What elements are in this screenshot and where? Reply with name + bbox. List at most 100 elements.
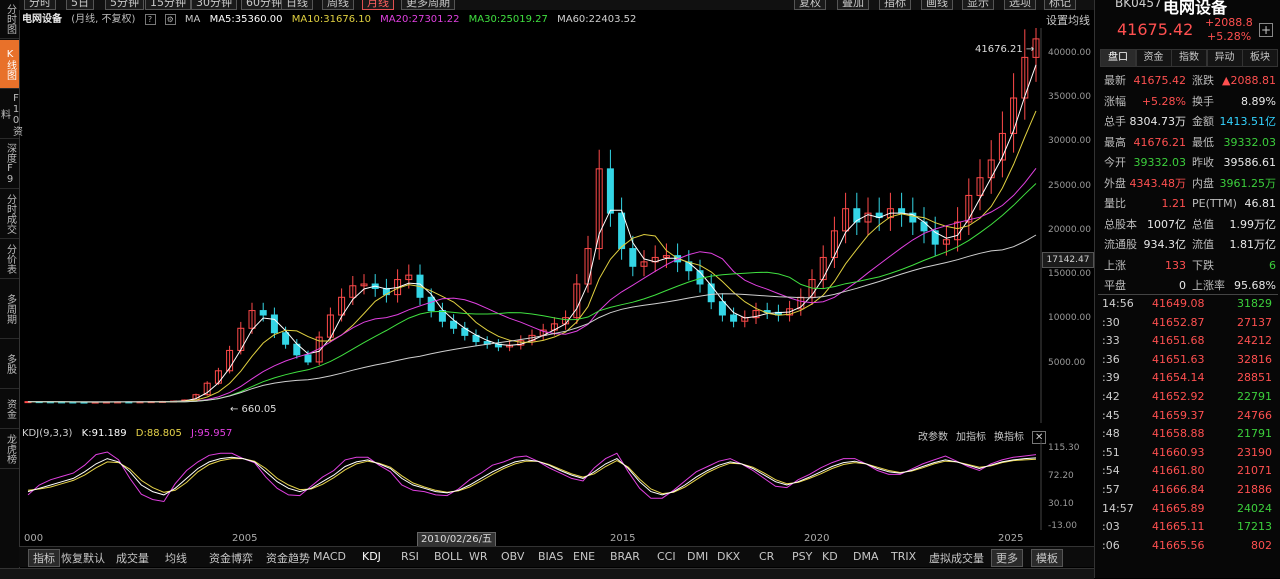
indicator-tab-23[interactable]: 虚拟成交量 (929, 550, 984, 566)
tick-row: :57 41666.84 21886 (1102, 481, 1274, 499)
period-button-6[interactable]: 日线 (281, 0, 313, 10)
tick-time: :36 (1102, 352, 1120, 366)
date-cursor-label: 2010/02/26/五 (417, 532, 497, 547)
quote-value: ▲2088.81 (1222, 74, 1276, 87)
quote-tab-1[interactable]: 资金 (1135, 49, 1172, 67)
left-tab-8[interactable]: 资金 (0, 390, 19, 429)
left-tab-9[interactable]: 龙虎榜 (0, 430, 19, 469)
tick-volume: 22791 (1237, 390, 1272, 403)
indicator-tab-20[interactable]: KD (822, 550, 838, 563)
indicator-tab-1[interactable]: 恢复默认 (61, 550, 105, 566)
tick-volume: 17213 (1237, 520, 1272, 534)
quote-value: 6 (1269, 258, 1276, 272)
left-tab-4[interactable]: 分时成交 (0, 190, 19, 239)
left-tab-6[interactable]: 多周期 (0, 280, 19, 339)
indicator-tab-22[interactable]: TRIX (891, 550, 916, 563)
left-tab-0[interactable]: 分时图 (0, 0, 19, 39)
tick-volume: 21886 (1237, 483, 1272, 496)
left-tab-5[interactable]: 分价表 (0, 240, 19, 279)
indicator-tab-16[interactable]: DMI (687, 550, 708, 563)
add-icon[interactable]: + (1259, 23, 1273, 37)
kdj-k: K:91.189 (81, 428, 127, 439)
period-button-7[interactable]: 周线 (322, 0, 354, 10)
indicator-tab-15[interactable]: CCI (657, 550, 676, 563)
set-ma-button[interactable]: 设置均线 (1046, 12, 1090, 28)
indicator-tab-4[interactable]: 资金博弈 (209, 550, 253, 566)
period-button-4[interactable]: 30分钟 (191, 0, 237, 10)
toolbar-button-5[interactable]: 选项 (1004, 0, 1036, 10)
indicator-tab-10[interactable]: WR (469, 550, 488, 563)
tick-volume: 27137 (1237, 315, 1272, 329)
left-tab-7[interactable]: 多股 (0, 340, 19, 389)
indicator-tab-6[interactable]: MACD (313, 550, 346, 563)
toolbar-button-2[interactable]: 指标 (879, 0, 911, 10)
indicator-tab-11[interactable]: OBV (501, 550, 524, 563)
quote-tab-3[interactable]: 异动 (1206, 49, 1243, 67)
kline-chart[interactable]: 41676.21 → ← 660.05 (20, 28, 1042, 423)
indicator-tab-17[interactable]: DKX (717, 550, 740, 563)
tick-time: :51 (1102, 445, 1120, 459)
quote-value: 1.81万亿 (1229, 238, 1277, 251)
indicator-tab-8[interactable]: RSI (401, 550, 419, 563)
left-tab-3[interactable]: 深度F9 (0, 140, 19, 189)
period-button-0[interactable]: 分时 (24, 0, 56, 10)
indicator-tab-18[interactable]: CR (759, 550, 774, 563)
quote-tab-0[interactable]: 盘口 (1100, 49, 1136, 67)
toolbar-button-3[interactable]: 画线 (921, 0, 953, 10)
indicator-tab-13[interactable]: ENE (573, 550, 595, 563)
ma5-value: MA5:35360.00 (209, 14, 283, 25)
tick-price: 41659.37 (1152, 408, 1205, 422)
toolbar-button-4[interactable]: 显示 (962, 0, 994, 10)
indicator-tab-12[interactable]: BIAS (538, 550, 563, 563)
indicator-tab-3[interactable]: 均线 (165, 550, 187, 566)
indicator-tab-7[interactable]: KDJ (362, 550, 381, 563)
quote-label: 金额 (1192, 115, 1214, 128)
quote-value: 1.21 (1161, 197, 1187, 210)
indicator-tab-14[interactable]: BRAR (610, 550, 640, 563)
period-button-8[interactable]: 月线 (362, 0, 394, 10)
period-button-3[interactable]: 15分钟 (145, 0, 191, 10)
quote-value: 1007亿 (1147, 217, 1186, 231)
period-button-9[interactable]: 更多周期 (401, 0, 455, 10)
left-tab-2[interactable]: F10资料 (0, 90, 22, 139)
tick-price: 41660.93 (1152, 445, 1205, 459)
tick-price: 41661.80 (1152, 464, 1205, 478)
kdj-chart[interactable] (20, 440, 1042, 530)
quote-tab-2[interactable]: 指数 (1171, 49, 1207, 67)
left-tab-bar: 分时图 K线图 F10资料 深度F9 分时成交 分价表 多周期 多股 资金 龙虎榜 (0, 0, 22, 578)
left-tab-1[interactable]: K线图 (0, 40, 19, 89)
high-annotation: 41676.21 → (975, 44, 1034, 55)
kdj-tick: 30.10 (1048, 499, 1074, 509)
line-ma10 (27, 110, 1037, 403)
indicator-tab-0[interactable]: 指标 (28, 549, 60, 567)
period-button-2[interactable]: 5分钟 (105, 0, 144, 10)
period-button-1[interactable]: 5日 (66, 0, 94, 10)
toolbar-button-0[interactable]: 复权 (794, 0, 826, 10)
indicator-tab-21[interactable]: DMA (853, 550, 879, 563)
quote-value: 3961.25万 (1219, 176, 1277, 190)
toolbar-button-6[interactable]: 标记 (1044, 0, 1076, 10)
quote-label: 上涨 (1104, 258, 1126, 272)
indicator-tab-25[interactable]: 模板 (1031, 549, 1063, 567)
candle-body (282, 332, 290, 345)
quote-tab-4[interactable]: 板块 (1242, 49, 1278, 67)
quote-row: 流通股 934.3亿 流值 1.81万亿 (1104, 235, 1276, 255)
tick-price: 41652.87 (1152, 315, 1205, 329)
toolbar-button-1[interactable]: 叠加 (837, 0, 869, 10)
sector-name: 电网设备 (22, 14, 62, 25)
indicator-tab-5[interactable]: 资金趋势 (266, 550, 310, 566)
help-icon[interactable]: ? (144, 13, 156, 25)
tick-row: :39 41654.14 28851 (1102, 369, 1274, 387)
gear-icon[interactable]: ⚙ (164, 13, 176, 25)
bottom-strip (0, 568, 1094, 579)
indicator-tab-9[interactable]: BOLL (434, 550, 462, 563)
candle-body (629, 248, 637, 267)
quote-label: 最新 (1104, 74, 1126, 87)
quote-label: 下跌 (1192, 258, 1214, 272)
indicator-tab-2[interactable]: 成交量 (116, 550, 149, 566)
indicator-tab-24[interactable]: 更多 (991, 549, 1023, 567)
tick-price: 41651.63 (1152, 352, 1205, 366)
indicator-tab-19[interactable]: PSY (792, 550, 812, 563)
kdj-line-k (27, 456, 1037, 496)
candle-body (270, 314, 278, 334)
